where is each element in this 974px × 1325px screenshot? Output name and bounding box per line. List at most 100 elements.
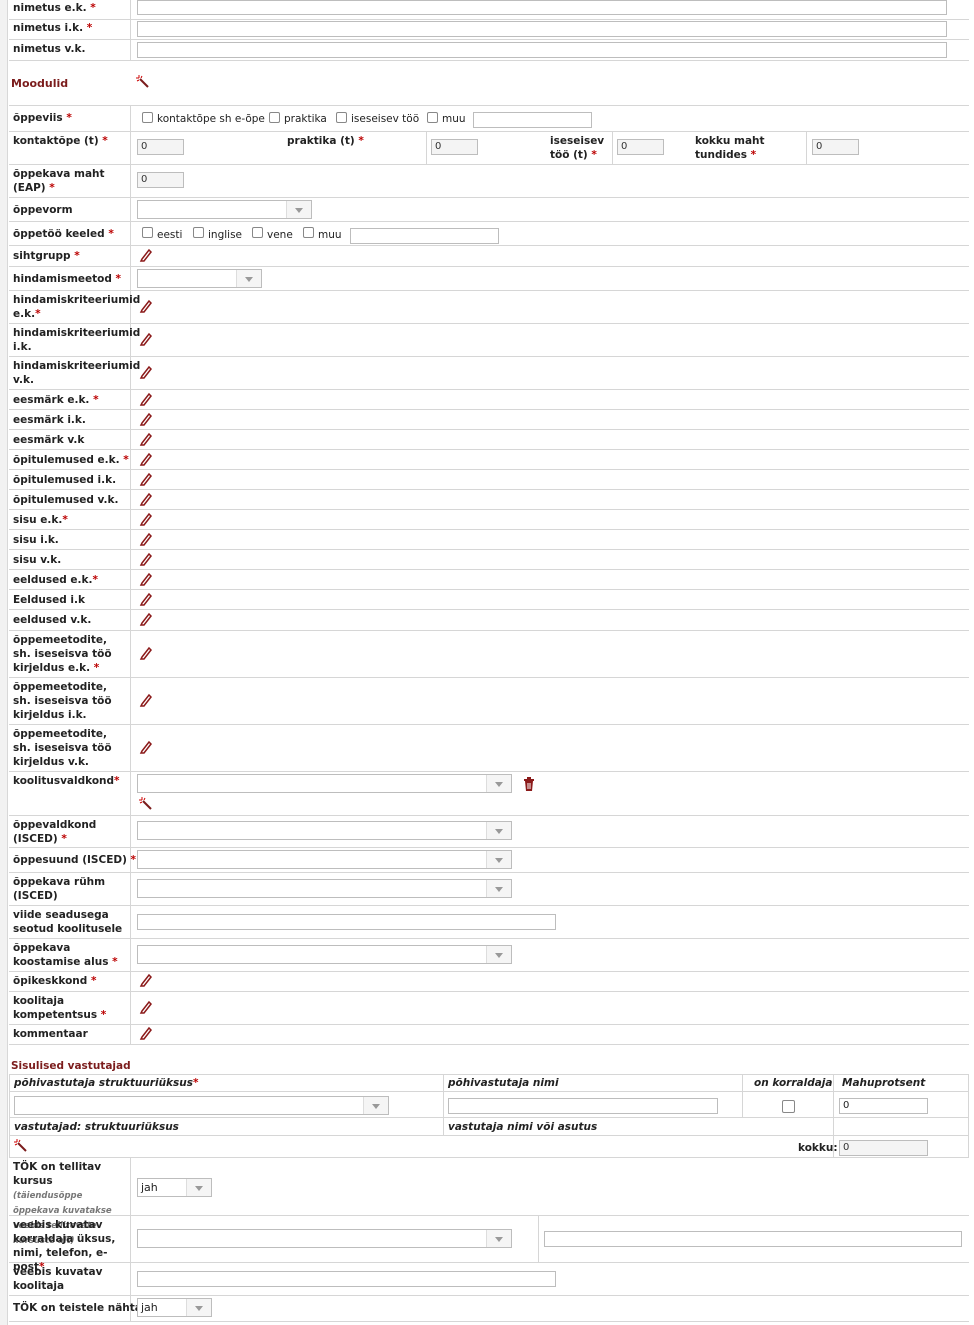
checkbox-muu[interactable]	[303, 227, 314, 238]
kokku-input[interactable]: 0	[812, 139, 859, 155]
korraldaja-select[interactable]	[137, 1229, 512, 1248]
keeled-muu-input[interactable]	[350, 228, 499, 244]
label-eeldused-ek: eeldused e.k.	[13, 574, 93, 586]
trash-icon[interactable]	[523, 777, 535, 791]
korraldaja-input[interactable]	[544, 1231, 962, 1247]
moodulid-title: Moodulid	[11, 77, 69, 90]
label-hindamismeetod: hindamismeetod	[13, 273, 112, 285]
chevron-down-icon	[186, 1299, 211, 1316]
checkbox-vene[interactable]	[252, 227, 263, 238]
checkbox-praktika[interactable]	[269, 112, 280, 123]
nahtav-select[interactable]: jah	[137, 1298, 212, 1317]
oppeviis-muu-input[interactable]	[473, 112, 592, 128]
magic-wand-icon[interactable]	[14, 1139, 28, 1153]
checkbox-label: muu	[442, 113, 466, 125]
pencil-icon[interactable]	[139, 532, 153, 546]
pencil-icon[interactable]	[139, 452, 153, 466]
pohivastutaja-nimi-input[interactable]	[448, 1098, 718, 1114]
pencil-icon[interactable]	[139, 299, 153, 313]
row-hk-ik: hindamiskriteeriumid i.k.	[9, 324, 969, 357]
pencil-icon[interactable]	[139, 392, 153, 406]
pencil-icon[interactable]	[139, 472, 153, 486]
label-tok: TÖK on tellitav kursus	[13, 1161, 102, 1187]
label-koolitusvaldkond: koolitusvaldkond	[13, 775, 115, 787]
pencil-icon[interactable]	[139, 592, 153, 606]
pencil-icon[interactable]	[139, 332, 153, 346]
pencil-icon[interactable]	[139, 646, 153, 660]
pencil-icon[interactable]	[139, 432, 153, 446]
pencil-icon[interactable]	[139, 492, 153, 506]
label-eesmark-ik: eesmärk i.k.	[13, 414, 86, 426]
opperuhm-select[interactable]	[137, 879, 512, 898]
pencil-icon[interactable]	[139, 612, 153, 626]
left-divider	[7, 0, 8, 1325]
oppevorm-select[interactable]	[137, 200, 312, 219]
row-eeldused-ek: eeldused e.k.*	[9, 570, 969, 590]
row-hindamismeetod: hindamismeetod *	[9, 267, 969, 291]
checkbox-label: muu	[318, 229, 342, 241]
pencil-icon[interactable]	[139, 412, 153, 426]
pencil-icon[interactable]	[139, 552, 153, 566]
pencil-icon[interactable]	[139, 693, 153, 707]
checkbox-muu[interactable]	[427, 112, 438, 123]
sub-struktuuriuksus: vastutajad: struktuuriüksus	[14, 1121, 179, 1133]
iseseisev-input[interactable]: 0	[617, 139, 664, 155]
label-viide: viide seadusega seotud koolitusele	[13, 909, 123, 935]
row-om-ek: õppemeetodite, sh. iseseisva töö kirjeld…	[9, 631, 969, 678]
struktuuriuksus-select[interactable]	[14, 1096, 389, 1115]
pencil-icon[interactable]	[139, 365, 153, 379]
name-rus-input[interactable]	[137, 42, 947, 58]
row-nahtav: TÖK on teistele nähtav jah	[9, 1296, 969, 1322]
koolitaja-input[interactable]	[137, 1271, 556, 1287]
pencil-icon[interactable]	[139, 512, 153, 526]
row-oppesuund: õppesuund (ISCED) *	[9, 848, 969, 873]
magic-wand-icon[interactable]	[136, 75, 150, 89]
checkbox-label: iseseisev töö	[351, 113, 420, 125]
pencil-icon[interactable]	[139, 1000, 153, 1014]
vastutajad-title: Sisulised vastutajad	[11, 1060, 131, 1072]
label-opi-ek: õpitulemused e.k.	[13, 454, 120, 466]
label-opi-vk: õpitulemused v.k.	[13, 494, 119, 506]
checkbox-inglise[interactable]	[193, 227, 204, 238]
label-eeldused-vk: eeldused v.k.	[13, 614, 92, 626]
pencil-icon[interactable]	[139, 973, 153, 987]
row-eesmark-ek: eesmärk e.k. *	[9, 390, 969, 410]
maht-input[interactable]: 0	[137, 172, 184, 188]
row-oppevorm: õppevorm	[9, 198, 969, 222]
kontaktope-input[interactable]: 0	[137, 139, 184, 155]
hindamismeetod-select[interactable]	[137, 269, 262, 288]
viide-input[interactable]	[137, 914, 556, 930]
pencil-icon[interactable]	[139, 740, 153, 754]
row-opi-ek: õpitulemused e.k. *	[9, 450, 969, 470]
checkbox-label: vene	[267, 229, 293, 241]
row-tok: TÖK on tellitav kursus (täiendusõppe õpp…	[9, 1158, 969, 1246]
kokku-total: 0	[839, 1140, 928, 1156]
pencil-icon[interactable]	[139, 572, 153, 586]
checkbox-kontaktope[interactable]	[142, 112, 153, 123]
magic-wand-icon[interactable]	[139, 797, 153, 811]
pencil-icon[interactable]	[139, 248, 153, 262]
name-est-input[interactable]	[137, 0, 947, 15]
koolitusvaldkond-select[interactable]	[137, 774, 512, 793]
praktika-input[interactable]: 0	[431, 139, 478, 155]
pencil-icon[interactable]	[139, 1026, 153, 1040]
korraldaja-checkbox[interactable]	[782, 1100, 795, 1113]
chevron-down-icon	[486, 880, 511, 897]
checkbox-eesti[interactable]	[142, 227, 153, 238]
tok-select[interactable]: jah	[137, 1178, 212, 1197]
mahuprotsent-input[interactable]: 0	[839, 1098, 928, 1114]
oppesuund-select[interactable]	[137, 850, 512, 869]
checkbox-iseseisev[interactable]	[336, 112, 347, 123]
chevron-down-icon	[236, 270, 261, 287]
row-eesmark-ik: eesmärk i.k.	[9, 410, 969, 430]
label-name-est: nimetus e.k.	[13, 2, 87, 14]
name-eng-input[interactable]	[137, 21, 947, 37]
oppevaldkond-select[interactable]	[137, 821, 512, 840]
chevron-down-icon	[186, 1179, 211, 1196]
alus-select[interactable]	[137, 945, 512, 964]
label-kompetentsus: koolitaja kompetentsus	[13, 995, 98, 1021]
label-opperuhm: õppekava rühm (ISCED)	[13, 876, 106, 902]
row-om-ik: õppemeetodite, sh. iseseisva töö kirjeld…	[9, 678, 969, 725]
row-name-eng: nimetus i.k. *	[9, 19, 969, 40]
row-hk-vk: hindamiskriteeriumid v.k.	[9, 357, 969, 390]
